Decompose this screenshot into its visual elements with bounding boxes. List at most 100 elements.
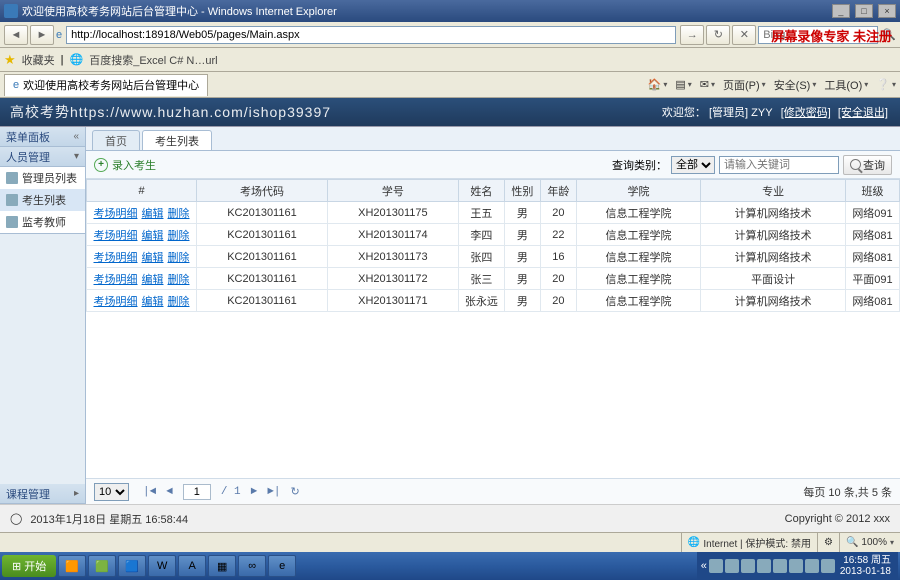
favorite-item-icon: 🌐	[70, 53, 84, 66]
back-button[interactable]: ◄	[4, 25, 28, 45]
detail-link[interactable]: 考场明细	[94, 274, 138, 286]
page-size-select[interactable]: 10	[94, 483, 129, 501]
tray-icon-4[interactable]	[757, 559, 771, 573]
table-row: 考场明细编辑删除KC201301161XH201301173张四男16信息工程学…	[87, 246, 900, 268]
pager-refresh[interactable]: ↻	[290, 485, 299, 499]
detail-link[interactable]: 考场明细	[94, 230, 138, 242]
sidebar-collapse-icon[interactable]: «	[73, 131, 79, 142]
minimize-button[interactable]: _	[832, 4, 850, 18]
tray-icon-6[interactable]	[789, 559, 803, 573]
zoom-icon: 🔍	[846, 537, 858, 548]
tray-icon-8[interactable]	[821, 559, 835, 573]
recorder-overlay-text: 屏幕录像专家 未注册	[771, 26, 892, 45]
pager-summary: 每页 10 条,共 5 条	[803, 484, 892, 500]
tray-icon-1[interactable]	[709, 559, 723, 573]
change-password-link[interactable]: [修改密码]	[781, 107, 831, 119]
main-tabs: 首页 考生列表	[86, 127, 900, 151]
close-button[interactable]: ×	[878, 4, 896, 18]
delete-link[interactable]: 删除	[168, 274, 190, 286]
pager-first[interactable]: |◄	[143, 486, 156, 498]
favorites-label[interactable]: 收藏夹	[22, 52, 55, 68]
filter-input[interactable]	[719, 156, 839, 174]
taskbar-item-2[interactable]: 🟩	[88, 555, 116, 577]
tools-menu[interactable]: 工具(O)▾	[824, 77, 868, 93]
detail-link[interactable]: 考场明细	[94, 252, 138, 264]
taskbar-item-access[interactable]: A	[178, 555, 206, 577]
filter-select[interactable]: 全部	[671, 156, 715, 174]
detail-link[interactable]: 考场明细	[94, 296, 138, 308]
query-button[interactable]: 查询	[843, 155, 892, 175]
logout-link[interactable]: [安全退出]	[838, 107, 888, 119]
cell-class: 网络081	[846, 224, 900, 246]
pager-page-input[interactable]	[183, 484, 211, 500]
cell-name: 李四	[458, 224, 504, 246]
mail-button[interactable]: ✉▾	[700, 77, 715, 93]
pager-prev[interactable]: ◄	[166, 486, 173, 498]
home-button[interactable]: 🏠▾	[648, 77, 668, 93]
sidebar-section-personnel[interactable]: 人员管理 ▾	[0, 147, 85, 167]
sidebar: 菜单面板 « 人员管理 ▾ 管理员列表 考生列表 监考教师 课程管理 ▸	[0, 127, 86, 504]
taskbar-item-ie[interactable]: e	[268, 555, 296, 577]
cell-actions: 考场明细编辑删除	[87, 290, 197, 312]
sidebar-section-courses[interactable]: 课程管理 ▸	[0, 484, 85, 504]
cell-college: 信息工程学院	[576, 246, 700, 268]
pager-last[interactable]: ►|	[267, 486, 280, 498]
tray-icon-2[interactable]	[725, 559, 739, 573]
app-header: 高校考势https://www.huzhan.com/ishop39397 欢迎…	[0, 98, 900, 126]
delete-link[interactable]: 删除	[168, 208, 190, 220]
folder-icon	[6, 172, 18, 184]
delete-link[interactable]: 删除	[168, 296, 190, 308]
tray-icon-5[interactable]	[773, 559, 787, 573]
ie-icon	[4, 4, 18, 18]
browser-tab[interactable]: e 欢迎使用高校考务网站后台管理中心	[4, 74, 208, 96]
edit-link[interactable]: 编辑	[142, 252, 164, 264]
page-menu[interactable]: 页面(P)▾	[723, 77, 766, 93]
status-zone[interactable]: 🌐 Internet | 保护模式: 禁用	[681, 533, 817, 552]
edit-link[interactable]: 编辑	[142, 208, 164, 220]
tray-clock[interactable]: 16:58 周五 2013-01-18	[837, 555, 894, 577]
forward-button[interactable]: ►	[30, 25, 54, 45]
edit-link[interactable]: 编辑	[142, 230, 164, 242]
sidebar-item-admins[interactable]: 管理员列表	[0, 167, 85, 189]
table-row: 考场明细编辑删除KC201301161XH201301174李四男22信息工程学…	[87, 224, 900, 246]
favorite-item[interactable]: 百度搜索_Excel C# N…url	[89, 52, 217, 68]
taskbar-item-6[interactable]: ▦	[208, 555, 236, 577]
cell-college: 信息工程学院	[576, 224, 700, 246]
help-button[interactable]: ❔▾	[876, 77, 896, 93]
status-protected-mode-icon[interactable]: ⚙	[817, 533, 839, 552]
delete-link[interactable]: 删除	[168, 230, 190, 242]
taskbar-item-3[interactable]: 🟦	[118, 555, 146, 577]
tray-icon-3[interactable]	[741, 559, 755, 573]
taskbar-item-1[interactable]: 🟧	[58, 555, 86, 577]
edit-link[interactable]: 编辑	[142, 274, 164, 286]
detail-link[interactable]: 考场明细	[94, 208, 138, 220]
tab-home[interactable]: 首页	[92, 130, 140, 150]
sidebar-item-students[interactable]: 考生列表	[0, 189, 85, 211]
stop-button[interactable]: ✕	[732, 25, 756, 45]
favorites-separator: |	[61, 54, 64, 66]
start-button[interactable]: ⊞ 开始	[2, 555, 56, 577]
tray-icon-7[interactable]	[805, 559, 819, 573]
browser-status-bar: 🌐 Internet | 保护模式: 禁用 ⚙ 🔍 100%▾	[0, 532, 900, 552]
status-zoom[interactable]: 🔍 100%▾	[839, 533, 900, 552]
sidebar-section-menu[interactable]: 菜单面板 «	[0, 127, 85, 147]
address-bar[interactable]	[66, 26, 676, 44]
maximize-button[interactable]: □	[855, 4, 873, 18]
sidebar-item-invigilators[interactable]: 监考教师	[0, 211, 85, 233]
safety-menu[interactable]: 安全(S)▾	[774, 77, 817, 93]
taskbar-item-word[interactable]: W	[148, 555, 176, 577]
rss-button[interactable]: ▤▾	[675, 77, 691, 93]
edit-link[interactable]: 编辑	[142, 296, 164, 308]
tab-student-list[interactable]: 考生列表	[142, 130, 212, 150]
favorites-star-icon[interactable]: ★	[4, 52, 16, 68]
cell-age: 20	[540, 290, 576, 312]
window-title: 欢迎使用高校考务网站后台管理中心 - Windows Internet Expl…	[22, 3, 830, 19]
taskbar-item-vs[interactable]: ∞	[238, 555, 266, 577]
go-button[interactable]: →	[680, 25, 704, 45]
sidebar-items: 管理员列表 考生列表 监考教师	[0, 167, 85, 233]
tray-expand-icon[interactable]: «	[701, 560, 707, 572]
pager-next[interactable]: ►	[251, 486, 258, 498]
delete-link[interactable]: 删除	[168, 252, 190, 264]
refresh-button[interactable]: ↻	[706, 25, 730, 45]
add-student-button[interactable]: + 录入考生	[94, 157, 156, 173]
